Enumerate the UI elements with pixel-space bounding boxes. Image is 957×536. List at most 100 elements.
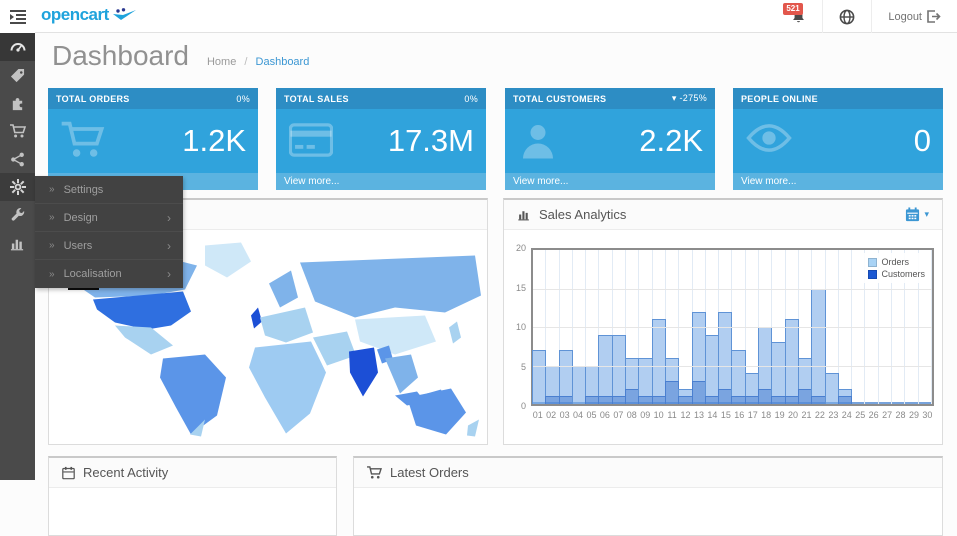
sidebar-item-extensions[interactable] xyxy=(0,89,35,117)
customers-bar xyxy=(718,389,732,404)
puzzle-icon xyxy=(10,96,25,111)
orders-bar xyxy=(652,319,666,404)
recent-activity-header: Recent Activity xyxy=(49,458,336,488)
legend-swatch xyxy=(868,258,877,267)
tile-header: TOTAL CUSTOMERS ▾ -275% xyxy=(505,88,715,109)
view-more-link[interactable]: View more... xyxy=(276,173,486,190)
user-icon xyxy=(518,121,558,161)
eye-icon xyxy=(746,121,792,155)
chart-x-tick-label: 23 xyxy=(827,410,840,420)
orders-bar xyxy=(598,335,612,404)
chevron-right-icon: › xyxy=(167,267,171,281)
wrench-icon xyxy=(10,208,25,223)
indent-icon xyxy=(10,10,26,24)
breadcrumb-home-link[interactable]: Home xyxy=(207,56,236,68)
chevrons-right-icon: » xyxy=(49,212,55,223)
logout-button[interactable]: Logout xyxy=(871,0,957,33)
tile-total-sales: TOTAL SALES 0% 17.3M View more... xyxy=(276,88,486,190)
language-button[interactable] xyxy=(822,0,871,33)
cart-icon xyxy=(10,124,26,139)
chart-legend: OrdersCustomers xyxy=(864,253,929,283)
flyout-item-localisation[interactable]: » Localisation › xyxy=(35,260,183,288)
sidebar-item-marketing[interactable] xyxy=(0,145,35,173)
chart-plot: OrdersCustomers xyxy=(531,248,934,406)
orders-bar xyxy=(771,342,785,404)
chart-x-tick-label: 01 xyxy=(531,410,544,420)
tile-header: TOTAL ORDERS 0% xyxy=(48,88,258,109)
customers-bar xyxy=(625,389,639,404)
latest-orders-panel: Latest Orders xyxy=(353,456,943,536)
chart-x-tick-label: 17 xyxy=(746,410,759,420)
flyout-item-design[interactable]: » Design › xyxy=(35,204,183,232)
customers-bar xyxy=(545,396,559,404)
chart-x-tick-label: 02 xyxy=(544,410,557,420)
sidebar-item-reports[interactable] xyxy=(0,229,35,257)
chart-x-tick-label: 25 xyxy=(854,410,867,420)
sidebar-item-system[interactable] xyxy=(0,173,35,201)
chart-y-tick-label: 15 xyxy=(504,283,526,293)
flyout-item-settings[interactable]: » Settings xyxy=(35,176,183,204)
opencart-admin-dashboard: opencart 521 xyxy=(0,0,957,480)
chart-x-tick-label: 09 xyxy=(639,410,652,420)
latest-orders-header: Latest Orders xyxy=(354,458,942,488)
customers-bar xyxy=(559,396,573,404)
chevrons-right-icon: » xyxy=(49,269,55,280)
chart-x-tick-label: 04 xyxy=(571,410,584,420)
globe-icon xyxy=(839,9,855,25)
flyout-item-users[interactable]: » Users › xyxy=(35,232,183,260)
header-actions: 521 Logout xyxy=(775,0,957,33)
sidebar-item-sales[interactable] xyxy=(0,117,35,145)
orders-bar xyxy=(612,335,626,404)
caret-down-icon: ▾ xyxy=(924,209,929,220)
latest-orders-title: Latest Orders xyxy=(390,465,469,480)
chart-y-tick-label: 5 xyxy=(504,362,526,372)
legend-entry: Orders xyxy=(868,257,925,267)
orders-bar xyxy=(785,319,799,404)
orders-bar xyxy=(825,373,839,404)
cart-icon xyxy=(61,121,105,161)
view-more-link[interactable]: View more... xyxy=(505,173,715,190)
tile-title: PEOPLE ONLINE xyxy=(741,94,818,104)
chevrons-right-icon: » xyxy=(49,184,55,195)
speedometer-icon xyxy=(10,39,26,55)
orders-bar xyxy=(705,335,719,404)
sidebar-item-catalog[interactable] xyxy=(0,61,35,89)
logo-text: opencart xyxy=(41,5,109,25)
customers-bar xyxy=(785,396,799,404)
top-header-bar: opencart 521 xyxy=(0,0,957,33)
legend-swatch xyxy=(868,270,877,279)
opencart-logo[interactable]: opencart xyxy=(41,5,137,25)
legend-label: Orders xyxy=(881,257,909,267)
chart-x-tick-label: 03 xyxy=(558,410,571,420)
breadcrumb: Home / Dashboard xyxy=(207,56,309,68)
sidebar-toggle-button[interactable] xyxy=(0,0,35,33)
share-icon xyxy=(10,152,25,167)
sidebar-item-tools[interactable] xyxy=(0,201,35,229)
chart-gridline xyxy=(533,289,932,290)
notifications-button[interactable]: 521 xyxy=(775,0,822,33)
chart-x-tick-label: 26 xyxy=(867,410,880,420)
customers-bar xyxy=(758,389,772,404)
calendar-icon xyxy=(905,207,920,222)
customers-bar xyxy=(638,396,652,404)
chart-x-tick-label: 24 xyxy=(840,410,853,420)
customers-bar xyxy=(612,396,626,404)
date-range-button[interactable]: ▾ xyxy=(905,207,929,222)
left-sidebar xyxy=(0,33,35,480)
flyout-item-label: Design xyxy=(64,212,98,224)
tile-body: 1.2K xyxy=(48,109,258,173)
sidebar-item-dashboard[interactable] xyxy=(0,33,35,61)
chart-x-tick-label: 21 xyxy=(800,410,813,420)
customers-bar xyxy=(585,396,599,404)
chart-x-tick-label: 29 xyxy=(907,410,920,420)
chart-x-tick-label: 16 xyxy=(733,410,746,420)
sales-panel-header: Sales Analytics ▾ xyxy=(504,200,942,230)
chart-x-tick-label: 14 xyxy=(706,410,719,420)
view-more-link[interactable]: View more... xyxy=(733,173,943,190)
chevrons-right-icon: » xyxy=(49,240,55,251)
customers-bar xyxy=(811,396,825,404)
cart-icon xyxy=(367,466,382,480)
bar-chart-icon xyxy=(517,208,531,221)
breadcrumb-current-link[interactable]: Dashboard xyxy=(256,56,310,68)
flyout-item-label: Users xyxy=(64,240,93,252)
